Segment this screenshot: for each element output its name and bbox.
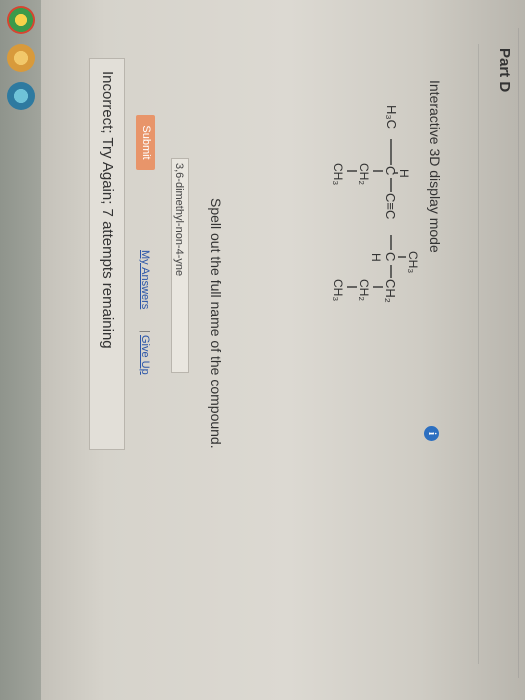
- label-ch3-top: CH₃: [406, 251, 420, 273]
- label-ch2-left: CH₂: [357, 163, 371, 185]
- part-title: Part D: [496, 48, 513, 93]
- label-h3c: H₃C: [384, 105, 399, 129]
- ie-icon[interactable]: [7, 82, 35, 110]
- answer-input[interactable]: 3,6-dimethyl-non-4-yne: [171, 158, 189, 373]
- label-ch3-right: CH₃: [331, 279, 345, 301]
- feedback-message: Incorrect; Try Again; 7 attempts remaini…: [89, 58, 125, 450]
- label-ch3-left: CH₃: [331, 163, 345, 185]
- folder-icon[interactable]: [7, 44, 35, 72]
- info-icon[interactable]: i: [424, 426, 439, 441]
- display-mode-label[interactable]: Interactive 3D display mode: [427, 80, 443, 253]
- label-ch2-main: CH₂: [383, 279, 398, 303]
- link-separator: |: [139, 330, 151, 333]
- give-up-link[interactable]: Give Up: [139, 335, 151, 375]
- submit-button[interactable]: Submit: [136, 115, 155, 170]
- chrome-icon[interactable]: [7, 6, 35, 34]
- question-prompt: Spell out the full name of the compound.: [208, 198, 224, 449]
- top-rule: [518, 28, 519, 678]
- label-h-bottom: H: [369, 253, 383, 262]
- label-ch2-right: CH₂: [357, 279, 371, 301]
- label-c2: C: [383, 252, 398, 261]
- structural-formula: H₃C H C C≡C C CH₂ CH₃ H CH₂ CH₃ CH₂ CH₃: [331, 105, 420, 303]
- label-c1: C: [383, 166, 398, 175]
- section-divider: [478, 44, 479, 664]
- screen-content: Part D Interactive 3D display mode i H₃C…: [0, 0, 525, 700]
- label-h-top: H: [397, 169, 411, 178]
- label-triple-bond: C≡C: [383, 193, 398, 219]
- my-answers-link[interactable]: My Answers: [139, 250, 151, 309]
